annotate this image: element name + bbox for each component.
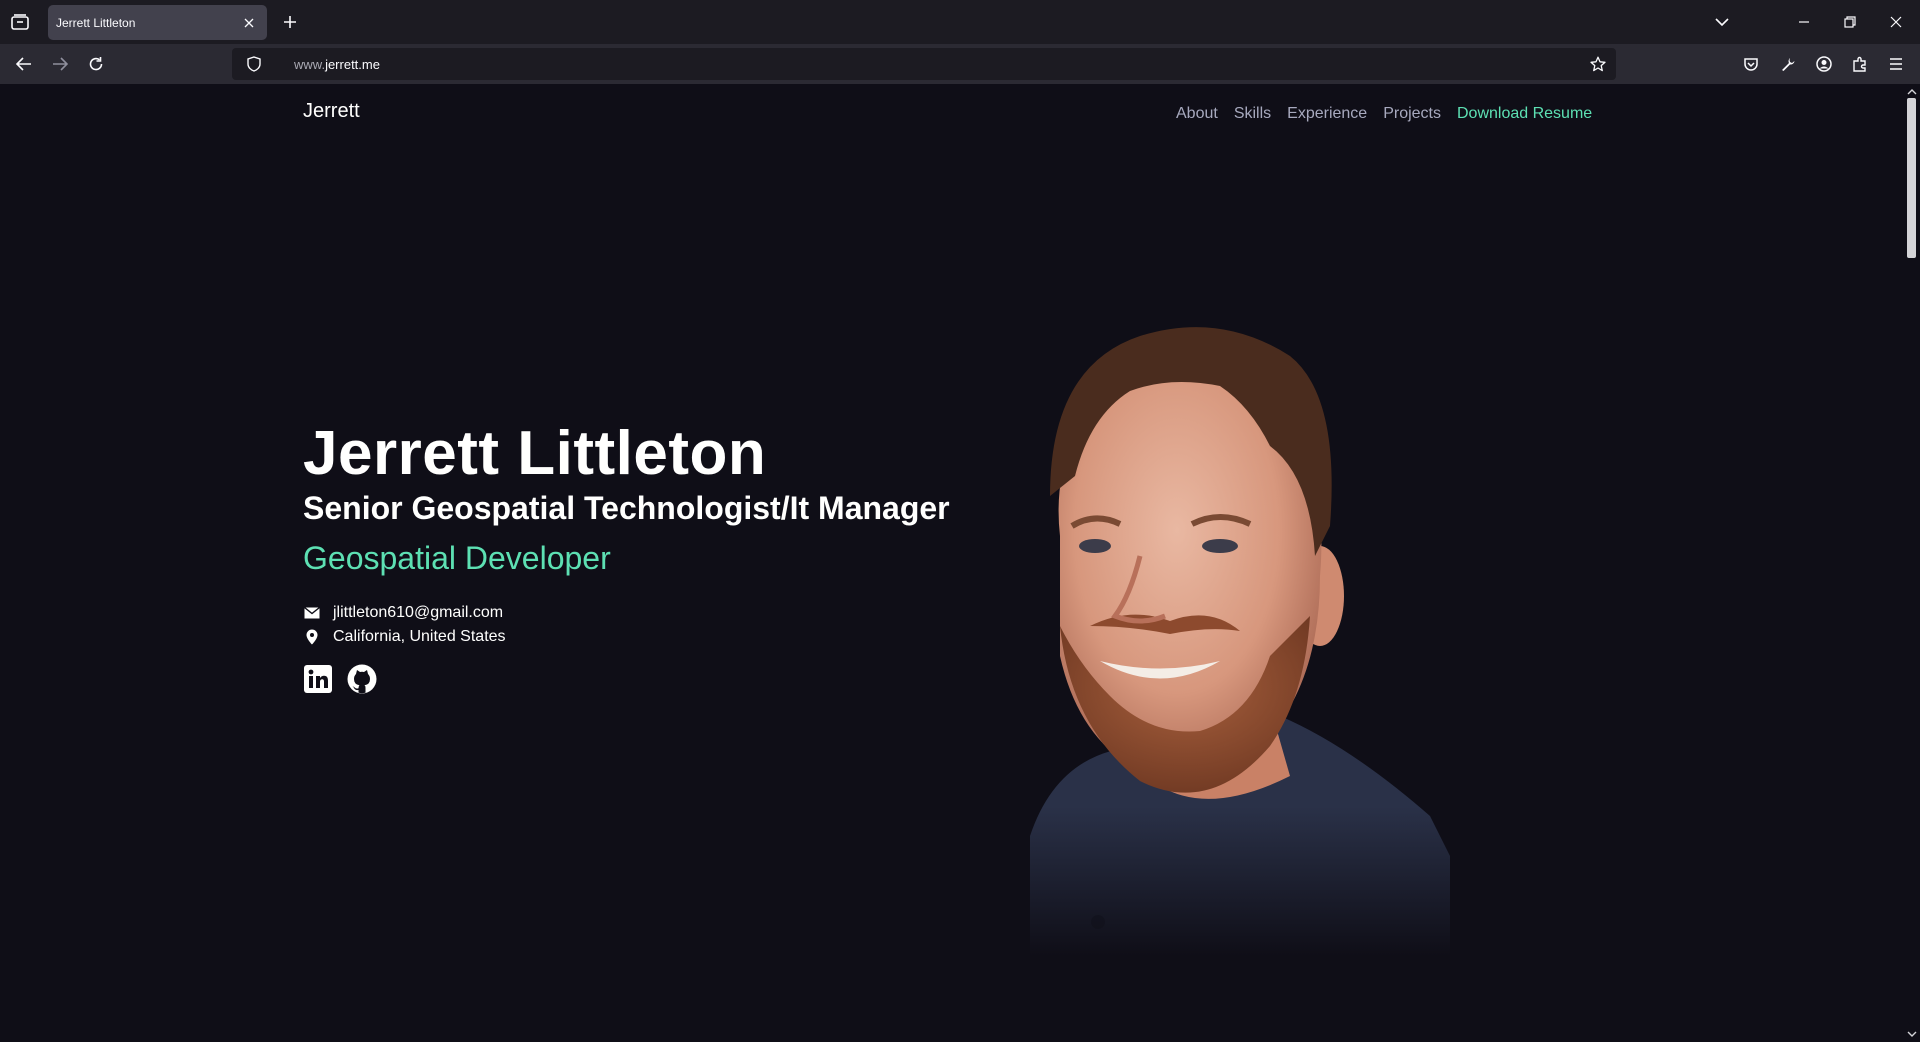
chevron-up-icon [1907,89,1916,95]
restore-button[interactable] [1832,6,1868,38]
forward-button[interactable] [46,50,74,78]
contact-email[interactable]: jlittleton610@gmail.com [333,604,503,622]
github-link[interactable] [347,664,377,694]
close-icon [1890,16,1902,28]
web-page: Jerrett About Skills Experience Projects… [0,84,1903,1042]
site-brand[interactable]: Jerrett [303,100,360,123]
pocket-button[interactable] [1737,50,1765,78]
url-prefix: www. [294,56,326,72]
pocket-icon [1744,58,1758,71]
browser-tab-active[interactable]: Jerrett Littleton [48,5,267,40]
contact-email-row: jlittleton610@gmail.com [303,604,503,622]
tab-list-button[interactable] [8,8,32,36]
linkedin-link[interactable] [303,664,333,694]
reload-icon [89,57,103,71]
tab-list-icon [11,14,29,30]
wrench-icon [1782,58,1795,71]
close-window-button[interactable] [1878,6,1914,38]
hero-name: Jerrett Littleton [303,419,767,488]
star-icon [1590,56,1606,72]
url-text: www.jerrett.me [294,57,380,72]
tab-close-button[interactable] [239,13,259,33]
social-links [303,664,377,694]
back-button[interactable] [10,50,38,78]
url-domain: jerrett.me [325,56,380,72]
bookmark-button[interactable] [1588,54,1608,74]
site-navigation: About Skills Experience Projects Downloa… [1176,102,1592,126]
scroll-up-arrow[interactable] [1906,86,1917,97]
profile-photo [1020,276,1450,956]
page-scrollbar[interactable] [1903,84,1920,1042]
restore-icon [1844,16,1856,28]
minimize-button[interactable] [1786,6,1822,38]
dev-tools-button[interactable] [1774,50,1802,78]
scroll-down-arrow[interactable] [1906,1029,1917,1040]
tracking-protection-button[interactable] [238,56,270,72]
shield-icon [247,56,261,72]
map-pin-icon [303,628,321,646]
url-bar[interactable]: www.jerrett.me [232,48,1616,80]
contact-location: California, United States [333,628,506,645]
account-button[interactable] [1810,50,1838,78]
arrow-left-icon [16,57,31,71]
nav-download-resume-link[interactable]: Download Resume [1457,105,1592,123]
hero-role: Geospatial Developer [303,540,611,576]
minimize-icon [1799,21,1809,23]
nav-about-link[interactable]: About [1176,105,1218,123]
github-icon [347,664,377,694]
reload-button[interactable] [82,50,110,78]
hero-job-title: Senior Geospatial Technologist/It Manage… [303,490,950,526]
plus-icon [284,16,296,28]
tab-title: Jerrett Littleton [56,15,136,30]
browser-tab-bar: Jerrett Littleton [0,0,1920,44]
extensions-button[interactable] [1846,50,1874,78]
puzzle-icon [1853,56,1866,72]
scrollbar-thumb[interactable] [1907,98,1916,258]
nav-experience-link[interactable]: Experience [1287,105,1367,123]
new-tab-button[interactable] [278,10,302,34]
chevron-down-icon [1907,1031,1916,1037]
mail-icon [303,604,321,622]
contact-location-row: California, United States [303,628,506,646]
arrow-right-icon [53,57,68,71]
nav-projects-link[interactable]: Projects [1383,105,1441,123]
account-icon [1816,56,1832,72]
list-all-tabs-button[interactable] [1704,6,1740,38]
nav-skills-link[interactable]: Skills [1234,105,1271,123]
app-menu-button[interactable] [1882,50,1910,78]
chevron-down-icon [1715,18,1729,27]
linkedin-icon [304,665,332,693]
hamburger-menu-icon [1890,58,1902,70]
close-icon [244,18,254,27]
